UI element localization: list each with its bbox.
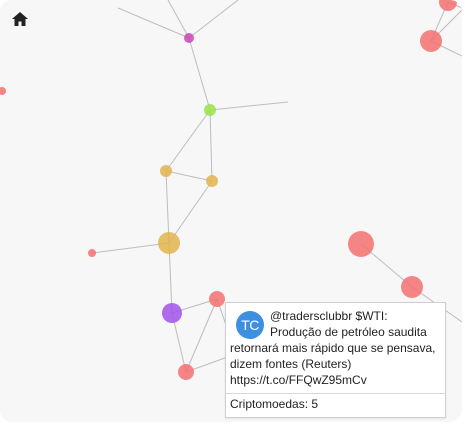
category-label: Criptomoedas: 5 bbox=[226, 393, 445, 417]
graph-edge bbox=[167, 0, 190, 39]
graph-node[interactable] bbox=[158, 232, 180, 254]
graph-node[interactable] bbox=[420, 30, 442, 52]
home-icon bbox=[12, 12, 28, 26]
graph-edge bbox=[168, 180, 213, 244]
graph-node[interactable] bbox=[209, 291, 225, 307]
graph-node[interactable] bbox=[0, 87, 6, 95]
graph-edge bbox=[165, 170, 213, 182]
node-tooltip: TC @tradersclubbr $WTI: Produção de petr… bbox=[225, 302, 446, 418]
home-button[interactable] bbox=[10, 10, 30, 28]
tooltip-body: TC @tradersclubbr $WTI: Produção de petr… bbox=[226, 303, 445, 393]
graph-node[interactable] bbox=[178, 364, 194, 380]
graph-edge bbox=[117, 7, 190, 39]
graph-node[interactable] bbox=[204, 104, 216, 116]
graph-edge bbox=[209, 101, 289, 111]
user-avatar: TC bbox=[236, 311, 264, 339]
graph-canvas[interactable]: TC @tradersclubbr $WTI: Produção de petr… bbox=[0, 0, 462, 422]
graph-node[interactable] bbox=[401, 276, 423, 298]
graph-node[interactable] bbox=[439, 0, 457, 11]
graph-edge bbox=[91, 242, 170, 254]
graph-node[interactable] bbox=[206, 175, 218, 187]
graph-edge bbox=[165, 109, 211, 172]
graph-node[interactable] bbox=[88, 249, 96, 257]
graph-edge bbox=[185, 298, 218, 373]
graph-node[interactable] bbox=[348, 231, 374, 257]
graph-edge bbox=[209, 109, 213, 182]
graph-node[interactable] bbox=[162, 303, 182, 323]
graph-node[interactable] bbox=[160, 165, 172, 177]
graph-node[interactable] bbox=[184, 33, 194, 43]
graph-edge bbox=[188, 37, 211, 111]
graph-edge bbox=[188, 0, 239, 39]
